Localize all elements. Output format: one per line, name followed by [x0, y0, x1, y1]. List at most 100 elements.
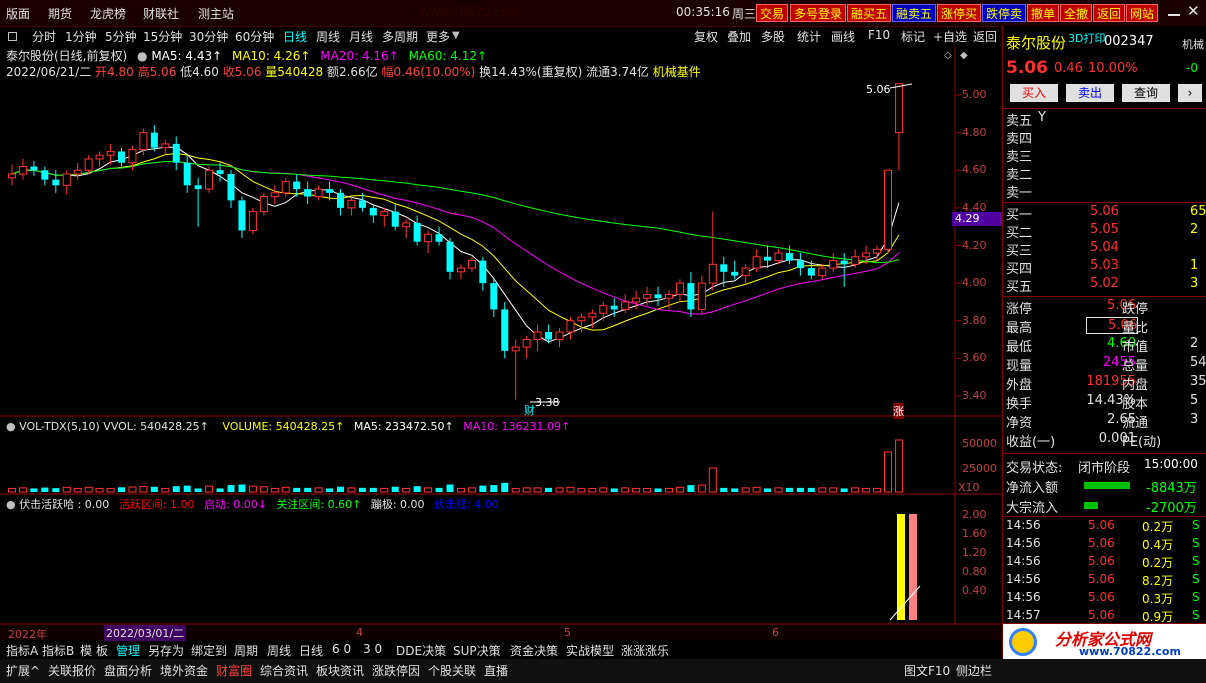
volume-bar: [326, 488, 334, 492]
cancel-all-button[interactable]: 全撤: [1060, 4, 1093, 22]
bottom-link-6[interactable]: 板块资讯: [316, 662, 364, 679]
indicator-tab-8[interactable]: 周线: [267, 642, 291, 659]
ask-level-2[interactable]: 卖二: [1006, 164, 1032, 183]
vol-tick-1: 50000: [962, 437, 997, 450]
indicator-tab-1[interactable]: 指标B: [42, 642, 74, 659]
candle-body: [314, 188, 323, 198]
volume-bar: [424, 487, 433, 493]
candle-body: [106, 150, 115, 156]
bid-vol-5: 3: [1190, 276, 1199, 291]
bid-label-5[interactable]: 买五: [1006, 276, 1032, 295]
indicator-tab-16[interactable]: 涨涨涨乐: [621, 642, 669, 659]
indicator-tab-0[interactable]: 指标A: [6, 642, 38, 659]
vol-indicator-name: VOL-TDX(5,10): [19, 420, 100, 433]
diamond-icon-2[interactable]: ◆: [960, 50, 968, 61]
bid-label-1[interactable]: 买一: [1006, 204, 1032, 223]
indicator-tab-11[interactable]: 3 0: [363, 642, 382, 656]
menu-futures[interactable]: 期货: [48, 5, 72, 22]
indicator-tab-15[interactable]: 实战模型: [566, 642, 614, 659]
ask-level-1[interactable]: 卖一: [1006, 182, 1032, 201]
trade-button[interactable]: 交易: [756, 4, 789, 22]
indicator-tab-2[interactable]: 模: [80, 642, 92, 659]
candle-body: [380, 211, 389, 216]
net-inflow-label: 净流入额: [1006, 481, 1059, 496]
margin-buy-button[interactable]: 融买五: [847, 4, 892, 22]
indicator-tab-4[interactable]: 管理: [116, 642, 140, 659]
bid-label-4[interactable]: 买四: [1006, 258, 1032, 277]
close-icon[interactable]: ✕: [1187, 2, 1200, 20]
candle-body: [545, 332, 553, 340]
ask-level-3[interactable]: 卖三: [1006, 146, 1032, 165]
ma10-line: [11, 153, 900, 331]
query-button[interactable]: 查询: [1122, 84, 1170, 102]
bid-vol-1: 65: [1190, 204, 1206, 219]
indicator-tab-6[interactable]: 绑定到: [191, 642, 227, 659]
margin-sell-button[interactable]: 融卖五: [892, 4, 937, 22]
limit-up-marker[interactable]: 涨: [893, 403, 904, 419]
sell-button[interactable]: 卖出: [1066, 84, 1114, 102]
bottom-link-5[interactable]: 综合资讯: [260, 662, 308, 679]
candle-body: [358, 200, 366, 208]
candle-body: [862, 252, 871, 258]
bottom-right-link-0[interactable]: 图文F10: [904, 662, 950, 679]
stat-l-2: 最低: [1006, 340, 1033, 355]
bottom-link-3[interactable]: 境外资金: [160, 662, 208, 679]
bid-label-3[interactable]: 买三: [1006, 240, 1032, 259]
website-button[interactable]: 网站: [1126, 4, 1159, 22]
limit-up-buy-button[interactable]: 涨停买: [937, 4, 982, 22]
candle-body: [402, 222, 411, 228]
menu-cls[interactable]: 财联社: [143, 5, 179, 22]
bottom-right-link-1[interactable]: 侧边栏: [956, 662, 992, 679]
multi-login-button[interactable]: 多号登录: [790, 4, 847, 22]
stock-name: 泰尔股份: [1006, 34, 1067, 52]
limit-down-sell-button[interactable]: 跌停卖: [982, 4, 1027, 22]
menu-dragon-tiger[interactable]: 龙虎榜: [90, 5, 126, 22]
indicator-tab-14[interactable]: 资金决策: [510, 642, 558, 659]
bid-label-2[interactable]: 买二: [1006, 222, 1032, 241]
volume-bar: [708, 467, 717, 493]
kline-chart[interactable]: [0, 26, 1002, 658]
candle-body: [139, 132, 148, 151]
bottom-link-0[interactable]: 扩展^: [6, 662, 40, 679]
ask-level-4[interactable]: 卖四: [1006, 128, 1032, 147]
price-change-pct: 10.00%: [1088, 61, 1138, 76]
candle-body: [731, 271, 739, 276]
candle-body: [259, 196, 268, 213]
concept-tag[interactable]: 3D打印: [1068, 30, 1105, 46]
stat-l2-6: 流通: [1122, 416, 1149, 431]
cancel-order-button[interactable]: 撤单: [1027, 4, 1060, 22]
indicator-tab-5[interactable]: 另存为: [148, 642, 184, 659]
indicator-tab-10[interactable]: 6 0: [332, 642, 351, 656]
volume-bar: [545, 487, 553, 492]
volume-bar: [95, 487, 104, 493]
bottom-link-9[interactable]: 直播: [484, 662, 508, 679]
menu-test-server[interactable]: 测主站: [198, 5, 234, 22]
minimize-icon[interactable]: [1168, 4, 1180, 16]
bottom-bar: 扩展^ 关联报价 盘面分析 境外资金 财富圈 综合资讯 板块资讯 涨跌停因 个股关联 直播 图文F1…: [0, 659, 1206, 683]
finance-marker[interactable]: 财: [524, 402, 535, 418]
menu-layout[interactable]: 版面: [6, 5, 30, 22]
candle-body: [172, 143, 180, 163]
bottom-link-2[interactable]: 盘面分析: [104, 662, 152, 679]
diamond-icon[interactable]: ◇: [944, 50, 952, 61]
price-tick-0: 5.00: [962, 88, 987, 101]
bottom-link-7[interactable]: 涨跌停因: [372, 662, 420, 679]
buy-button[interactable]: 买入: [1010, 84, 1058, 102]
ask-level-5[interactable]: 卖五: [1006, 110, 1032, 129]
more-button[interactable]: ›: [1178, 84, 1202, 102]
net-inflow-bar: [1084, 482, 1130, 489]
bottom-link-8[interactable]: 个股关联: [428, 662, 476, 679]
indicator-tab-7[interactable]: 周期: [234, 642, 258, 659]
indicator-tab-9[interactable]: 日线: [299, 642, 323, 659]
bottom-link-4[interactable]: 财富圈: [216, 662, 252, 679]
candle-body: [304, 189, 312, 197]
stat-l-4: 外盘: [1006, 378, 1033, 393]
indicator-tab-3[interactable]: 板: [96, 642, 108, 659]
candle-body: [621, 301, 630, 310]
back-button[interactable]: 返回: [1093, 4, 1126, 22]
indicator-tab-13[interactable]: SUP决策: [453, 642, 501, 659]
stat-l-5: 换手: [1006, 397, 1033, 412]
volume-bar: [720, 487, 728, 492]
bottom-link-1[interactable]: 关联报价: [48, 662, 96, 679]
indicator-tab-12[interactable]: DDE决策: [396, 642, 446, 659]
